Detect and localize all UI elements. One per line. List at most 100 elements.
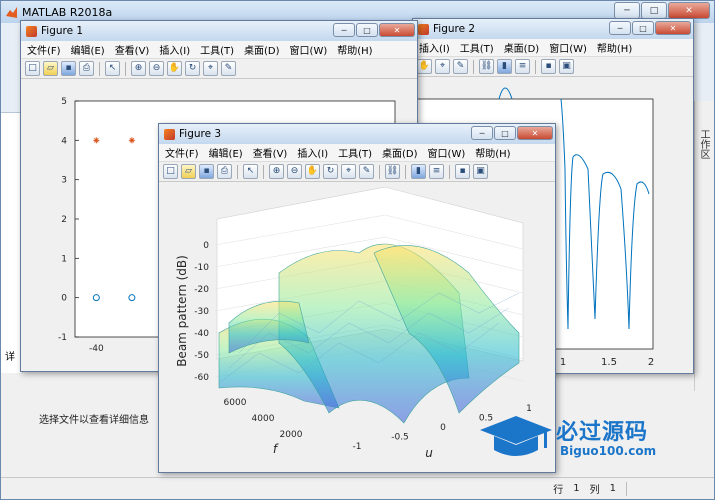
save-icon[interactable]: ▪ [61, 61, 76, 76]
close-button[interactable]: ✕ [668, 2, 710, 19]
pan-icon[interactable]: ✋ [305, 164, 320, 179]
data-cursor-icon[interactable]: ⌖ [341, 164, 356, 179]
details-placeholder: 选择文件以查看详细信息 [39, 415, 149, 426]
edit-plot-icon[interactable]: ↖ [243, 164, 258, 179]
minimize-button[interactable]: ─ [614, 2, 640, 19]
open-file-icon[interactable]: ▱ [43, 61, 58, 76]
legend-icon[interactable]: ≡ [515, 59, 530, 74]
z-axis-label: Beam pattern (dB) [175, 255, 189, 367]
zoom-in-icon[interactable]: ⊕ [131, 61, 146, 76]
data-cursor-icon[interactable]: ⌖ [435, 59, 450, 74]
menu-item[interactable]: 插入(I) [419, 40, 450, 55]
brush-icon[interactable]: ✎ [453, 59, 468, 74]
resize-grip[interactable] [626, 481, 706, 496]
brush-icon[interactable]: ✎ [221, 61, 236, 76]
tick-label: 2 [648, 357, 654, 368]
biguo-logo: 必过源码 Biguo100.com [478, 408, 678, 468]
figure2-title: Figure 2 [433, 23, 476, 35]
menu-item[interactable]: 帮助(H) [475, 145, 510, 160]
figure1-close-button[interactable]: ✕ [379, 23, 415, 37]
print-icon[interactable]: ⎙ [217, 164, 232, 179]
menu-item[interactable]: 桌面(D) [382, 145, 418, 160]
figure1-maximize-button[interactable]: □ [356, 23, 378, 37]
y-axis-label: f [273, 442, 279, 456]
link-plot-icon[interactable]: ⛓ [479, 59, 494, 74]
figure1-title: Figure 1 [41, 25, 84, 37]
pan-icon[interactable]: ✋ [167, 61, 182, 76]
show-plot-tools-icon[interactable]: ▣ [473, 164, 488, 179]
matlab-logo-icon [6, 6, 17, 18]
figure1-titlebar: Figure 1 ─ □ ✕ [21, 21, 417, 41]
z-tick-label: -20 [194, 285, 209, 295]
rotate-3d-icon[interactable]: ↻ [323, 164, 338, 179]
figure3-close-button[interactable]: ✕ [517, 126, 553, 140]
show-plot-tools-icon[interactable]: ▣ [559, 59, 574, 74]
colorbar-icon[interactable]: ▮ [497, 59, 512, 74]
menu-item[interactable]: 查看(V) [115, 42, 150, 57]
z-tick-label: -30 [194, 307, 209, 317]
x-tick-label: -0.5 [391, 433, 409, 443]
new-figure-icon[interactable]: □ [25, 61, 40, 76]
figure1-minimize-button[interactable]: ─ [333, 23, 355, 37]
menu-item[interactable]: 工具(T) [338, 145, 372, 160]
z-tick-label: -60 [194, 373, 209, 383]
figure3-toolbar: □ ▱ ▪ ⎙ ↖ ⊕ ⊖ ✋ ↻ ⌖ ✎ ⛓ ▮ ≡ ▪ ▣ [159, 162, 555, 182]
menu-item[interactable]: 桌面(D) [244, 42, 280, 57]
y-tick-label: 2000 [280, 430, 303, 440]
status-bar: 行 1 列 1 [1, 477, 714, 499]
link-plot-icon[interactable]: ⛓ [385, 164, 400, 179]
data-cursor-icon[interactable]: ⌖ [203, 61, 218, 76]
menu-item[interactable]: 编辑(E) [71, 42, 105, 57]
zoom-in-icon[interactable]: ⊕ [269, 164, 284, 179]
zoom-out-icon[interactable]: ⊖ [287, 164, 302, 179]
pan-icon[interactable]: ✋ [417, 59, 432, 74]
menu-item[interactable]: 工具(T) [460, 40, 494, 55]
menu-item[interactable]: 帮助(H) [337, 42, 372, 57]
menu-item[interactable]: 插入(I) [297, 145, 328, 160]
menu-item[interactable]: 编辑(E) [209, 145, 243, 160]
zoom-out-icon[interactable]: ⊖ [149, 61, 164, 76]
edit-plot-icon[interactable]: ↖ [105, 61, 120, 76]
main-window-title: MATLAB R2018a [22, 5, 113, 19]
figure-icon [26, 25, 37, 37]
figure2-maximize-button[interactable]: □ [632, 21, 654, 35]
menu-item[interactable]: 文件(F) [165, 145, 199, 160]
menu-item[interactable]: 桌面(D) [504, 40, 540, 55]
x-tick-label: -1 [353, 442, 362, 452]
figure3-titlebar: Figure 3 ─ □ ✕ [159, 124, 555, 144]
figure-icon [164, 128, 175, 140]
figure2-toolbar: ✋ ⌖ ✎ ⛓ ▮ ≡ ▪ ▣ [413, 57, 693, 77]
y-tick-label: 0 [61, 294, 67, 304]
colorbar-icon[interactable]: ▮ [411, 164, 426, 179]
logo-text-cn: 必过源码 [556, 420, 649, 445]
hide-plot-tools-icon[interactable]: ▪ [455, 164, 470, 179]
brush-icon[interactable]: ✎ [359, 164, 374, 179]
graduation-cap-icon [480, 416, 552, 456]
x-tick-label: -40 [89, 344, 104, 354]
menu-item[interactable]: 文件(F) [27, 42, 61, 57]
menu-item[interactable]: 插入(I) [159, 42, 190, 57]
menu-item[interactable]: 窗口(W) [428, 145, 466, 160]
menu-item[interactable]: 窗口(W) [290, 42, 328, 57]
row-label: 行 [553, 485, 564, 496]
z-tick-label: -50 [194, 351, 209, 361]
figure2-close-button[interactable]: ✕ [655, 21, 691, 35]
y-tick-label: 6000 [224, 398, 247, 408]
maximize-button[interactable]: □ [641, 2, 667, 19]
legend-icon[interactable]: ≡ [429, 164, 444, 179]
menu-item[interactable]: 工具(T) [200, 42, 234, 57]
figure2-minimize-button[interactable]: ─ [609, 21, 631, 35]
print-icon[interactable]: ⎙ [79, 61, 94, 76]
figure3-minimize-button[interactable]: ─ [471, 126, 493, 140]
hide-plot-tools-icon[interactable]: ▪ [541, 59, 556, 74]
rotate-3d-icon[interactable]: ↻ [185, 61, 200, 76]
open-file-icon[interactable]: ▱ [181, 164, 196, 179]
new-figure-icon[interactable]: □ [163, 164, 178, 179]
menu-item[interactable]: 查看(V) [253, 145, 288, 160]
menu-item[interactable]: 窗口(W) [549, 40, 587, 55]
save-icon[interactable]: ▪ [199, 164, 214, 179]
col-label: 列 [589, 485, 600, 496]
workspace-label: 工作区 [698, 129, 709, 159]
menu-item[interactable]: 帮助(H) [597, 40, 632, 55]
figure3-maximize-button[interactable]: □ [494, 126, 516, 140]
